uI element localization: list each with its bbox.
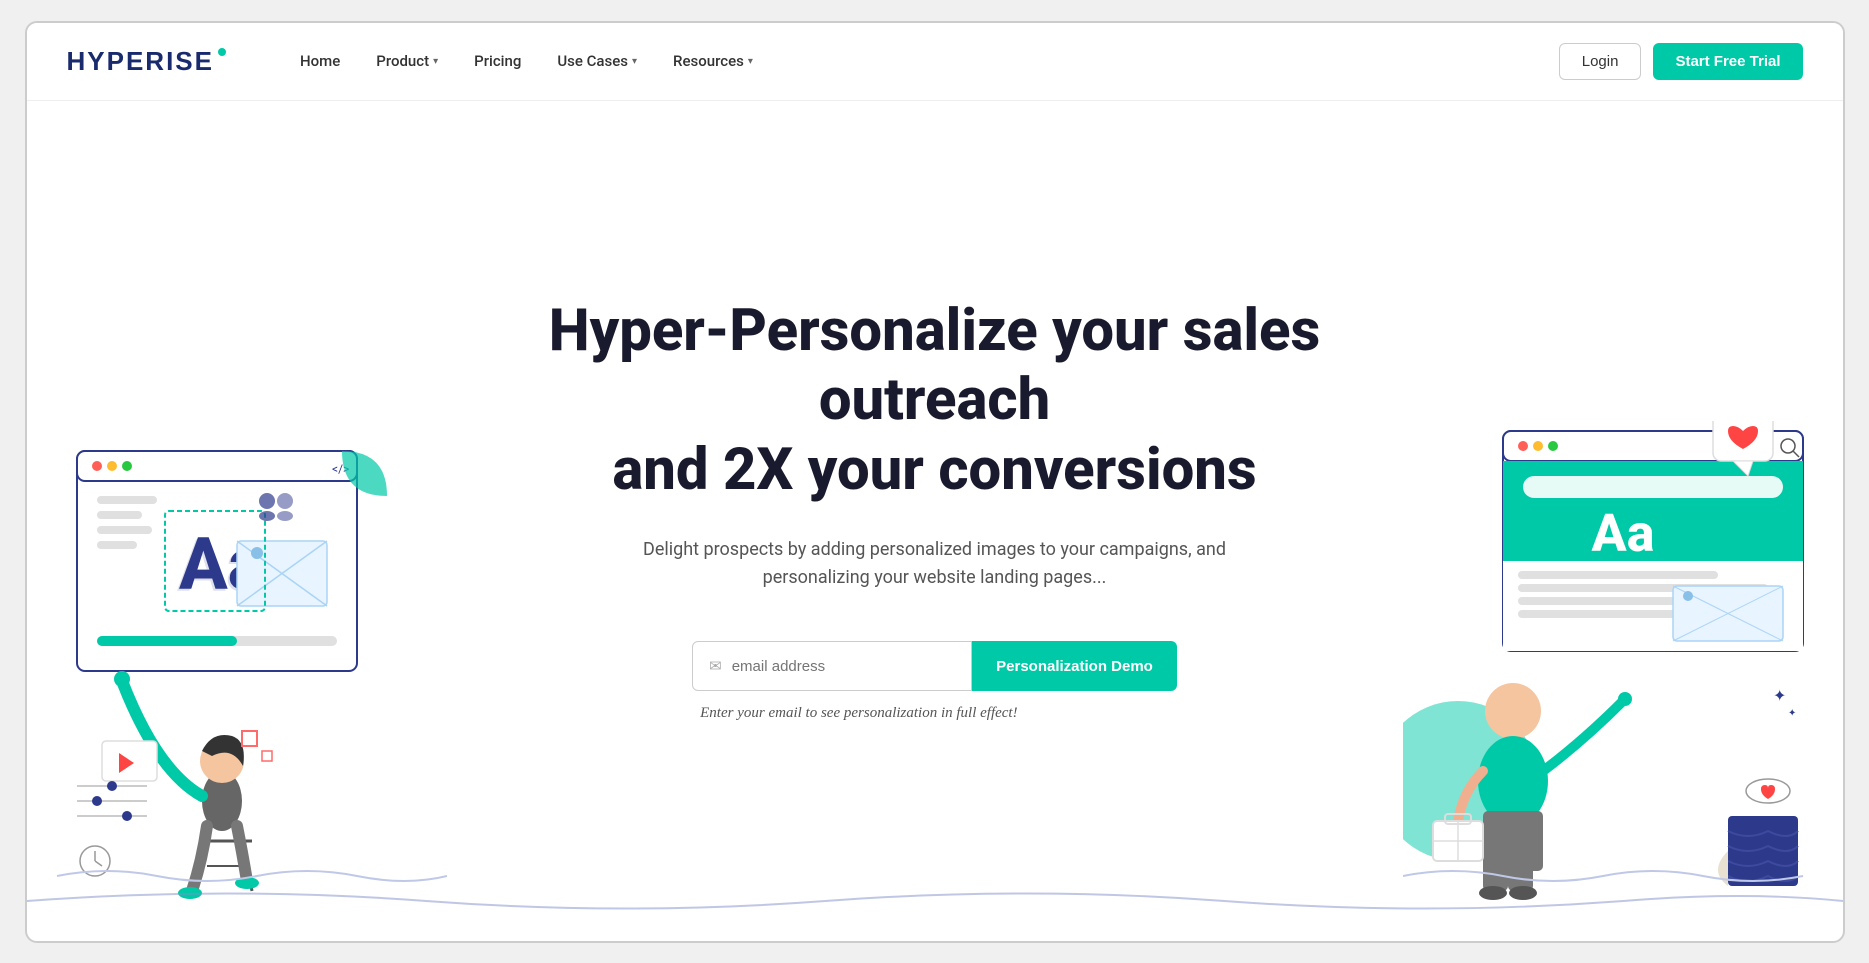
right-illustration: Aa [1403,421,1823,901]
nav-links: Home Product ▾ Pricing Use Cases ▾ Resou… [286,44,1559,78]
nav-home[interactable]: Home [286,44,354,78]
hero-section: </> Aa Aa [27,101,1843,941]
left-illustration: </> Aa Aa [47,421,447,901]
email-row: ✉ Personalization Demo [692,641,1177,691]
demo-button[interactable]: Personalization Demo [972,641,1177,691]
svg-text:✦: ✦ [1788,708,1796,719]
email-icon: ✉ [709,657,722,675]
logo-accent-dot [218,48,226,56]
start-trial-button[interactable]: Start Free Trial [1653,43,1802,80]
logo-text: HYPERISE [67,46,215,77]
wave-decoration [27,881,1843,921]
product-chevron-icon: ▾ [433,56,438,67]
nav-use-cases[interactable]: Use Cases ▾ [543,44,651,78]
navbar: HYPERISE Home Product ▾ Pricing Use Case… [27,23,1843,101]
email-input-wrapper: ✉ [692,641,972,691]
hero-subtitle: Delight prospects by adding personalized… [615,536,1255,594]
nav-product[interactable]: Product ▾ [362,44,452,78]
login-button[interactable]: Login [1559,43,1642,80]
hero-title: Hyper-Personalize your sales outreach an… [485,297,1385,506]
nav-pricing[interactable]: Pricing [460,44,535,78]
email-hint: Enter your email to see personalization … [700,703,1017,724]
resources-chevron-icon: ▾ [748,56,753,67]
nav-resources[interactable]: Resources ▾ [659,44,767,78]
svg-text:✦: ✦ [1773,686,1786,705]
use-cases-chevron-icon: ▾ [632,56,637,67]
browser-frame: HYPERISE Home Product ▾ Pricing Use Case… [25,21,1845,943]
nav-actions: Login Start Free Trial [1559,43,1803,80]
svg-text:Aa: Aa [1591,503,1654,564]
email-form: ✉ Personalization Demo Enter your email … [692,641,1177,724]
email-input[interactable] [732,658,955,675]
logo[interactable]: HYPERISE [67,46,227,77]
